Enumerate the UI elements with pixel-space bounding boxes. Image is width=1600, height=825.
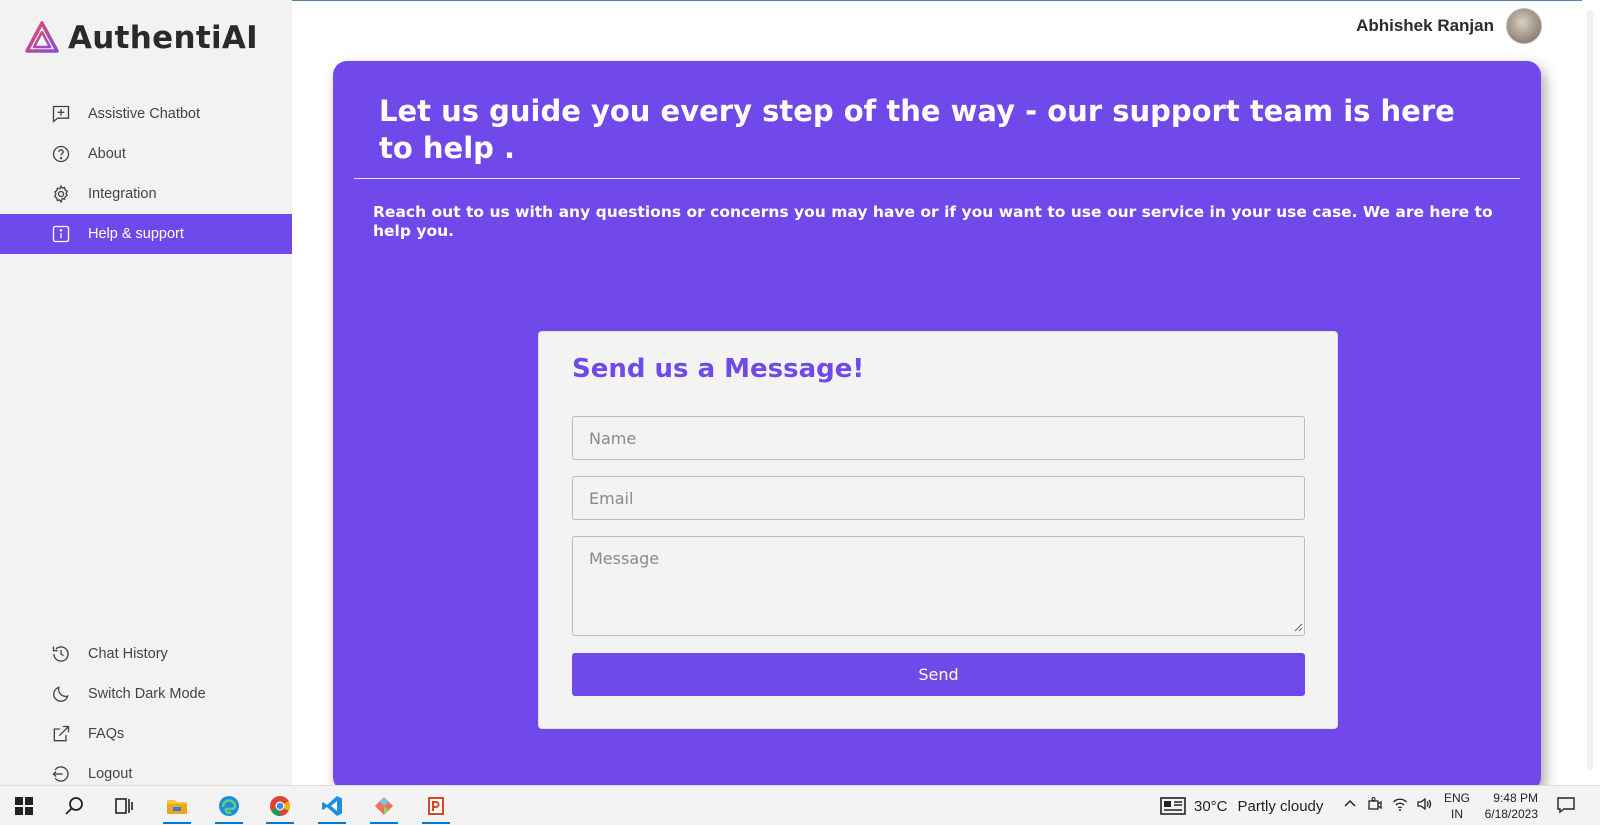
info-square-icon <box>50 223 72 245</box>
user-profile[interactable]: Abhishek Ranjan <box>1356 8 1542 44</box>
windows-start-icon[interactable] <box>8 790 40 822</box>
app-name: AuthentiAI <box>68 20 259 56</box>
sidebar-item-label: Logout <box>88 766 133 782</box>
support-panel: Let us guide you every step of the way -… <box>333 61 1541 791</box>
language-indicator[interactable]: ENG IN <box>1444 790 1470 822</box>
resize-handle-icon[interactable] <box>1293 622 1303 632</box>
git-app-icon[interactable] <box>368 790 400 824</box>
powerpoint-icon[interactable] <box>420 790 452 824</box>
sidebar-item-label: Integration <box>88 186 157 202</box>
chevron-up-icon[interactable] <box>1343 796 1357 813</box>
gear-icon <box>50 183 72 205</box>
sidebar-item-label: Switch Dark Mode <box>88 686 206 702</box>
clock-date: 6/18/2023 <box>1484 807 1538 821</box>
sidebar-item-about[interactable]: About <box>0 134 292 174</box>
moon-icon <box>50 683 72 705</box>
contact-form-card: Send us a Message! Send <box>538 331 1338 729</box>
sidebar: AuthentiAI Assistive Chatbot About Integ… <box>0 0 292 785</box>
task-view-icon[interactable] <box>108 790 140 822</box>
sidebar-item-label: Assistive Chatbot <box>88 106 201 122</box>
message-field[interactable] <box>572 536 1305 636</box>
sidebar-item-dark-mode[interactable]: Switch Dark Mode <box>0 674 292 714</box>
page-title: Let us guide you every step of the way -… <box>379 94 1455 165</box>
chat-plus-icon <box>50 103 72 125</box>
app-logo[interactable]: AuthentiAI <box>24 20 258 56</box>
windows-taskbar: 30°C Partly cloudy ENG IN 9:48 PM 6/18/2… <box>0 785 1600 825</box>
notification-icon[interactable] <box>1556 796 1576 817</box>
external-link-icon <box>50 723 72 745</box>
region-code: IN <box>1451 807 1463 821</box>
weather-temperature: 30°C <box>1194 797 1228 815</box>
edge-browser-icon[interactable] <box>213 790 245 824</box>
sidebar-item-assistive-chatbot[interactable]: Assistive Chatbot <box>0 94 292 134</box>
vscode-icon[interactable] <box>316 790 348 824</box>
scrollbar-thumb[interactable] <box>1587 10 1593 770</box>
title-divider <box>354 178 1520 179</box>
send-button[interactable]: Send <box>572 653 1305 696</box>
sidebar-item-label: About <box>88 146 126 162</box>
chrome-browser-icon[interactable] <box>264 790 296 824</box>
volume-icon[interactable] <box>1416 796 1432 815</box>
question-circle-icon <box>50 143 72 165</box>
avatar[interactable] <box>1506 8 1542 44</box>
system-clock[interactable]: 9:48 PM 6/18/2023 <box>1480 790 1538 822</box>
sidebar-item-help-support[interactable]: Help & support <box>0 214 292 254</box>
user-name: Abhishek Ranjan <box>1356 16 1494 35</box>
logo-icon <box>25 21 59 53</box>
name-field[interactable] <box>572 416 1305 460</box>
sidebar-item-integration[interactable]: Integration <box>0 174 292 214</box>
language-code: ENG <box>1444 791 1471 805</box>
logout-icon <box>50 763 72 785</box>
meet-camera-icon[interactable] <box>1367 796 1383 815</box>
clock-time: 9:48 PM <box>1493 791 1538 805</box>
sidebar-item-chat-history[interactable]: Chat History <box>0 634 292 674</box>
sidebar-item-label: Help & support <box>88 226 184 242</box>
sidebar-nav: Assistive Chatbot About Integration Help… <box>0 94 292 254</box>
search-icon[interactable] <box>58 790 90 822</box>
sidebar-item-label: FAQs <box>88 726 125 742</box>
history-icon <box>50 643 72 665</box>
file-explorer-icon[interactable] <box>161 790 193 824</box>
wifi-icon[interactable] <box>1392 796 1408 815</box>
sidebar-item-faqs[interactable]: FAQs <box>0 714 292 754</box>
contact-form-title: Send us a Message! <box>572 354 865 384</box>
news-icon <box>1160 797 1186 815</box>
weather-condition: Partly cloudy <box>1237 797 1324 815</box>
page-subtitle: Reach out to us with any questions or co… <box>373 203 1493 240</box>
weather-widget[interactable]: 30°C Partly cloudy <box>1160 796 1323 816</box>
sidebar-bottom-nav: Chat History Switch Dark Mode FAQs Logou… <box>0 634 292 794</box>
email-field[interactable] <box>572 476 1305 520</box>
sidebar-item-label: Chat History <box>88 646 168 662</box>
